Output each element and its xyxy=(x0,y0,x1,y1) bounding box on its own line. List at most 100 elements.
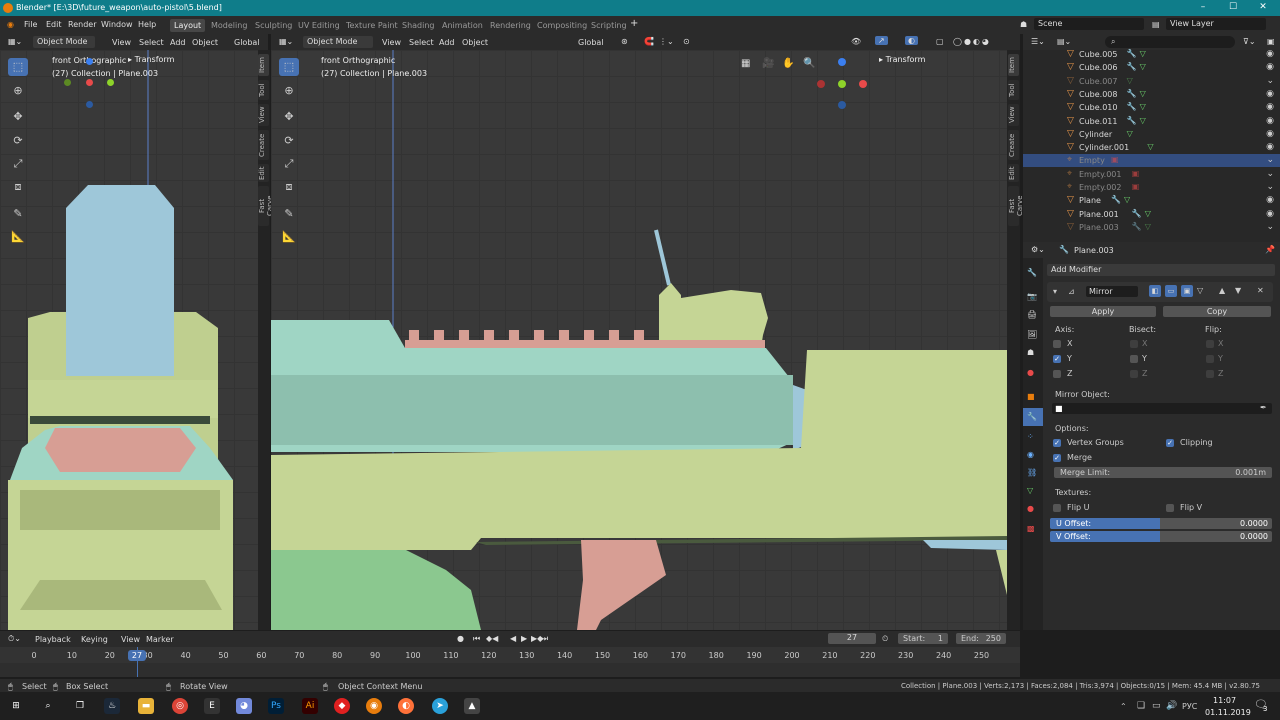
visibility-eye-icon[interactable]: ◉ xyxy=(1266,209,1274,219)
tray-arrow-icon[interactable]: ⌃ xyxy=(1120,702,1127,711)
particles-tab-icon[interactable]: ⁘ xyxy=(1027,432,1034,441)
epic-games-icon[interactable]: E xyxy=(204,698,220,714)
main-rotate-tool-icon[interactable]: ⟳ xyxy=(279,132,299,150)
visibility-eye-icon[interactable]: ⌄ xyxy=(1266,155,1274,165)
empty-image-icon[interactable]: ▣ xyxy=(1111,155,1119,164)
visibility-icon[interactable]: 👁 xyxy=(851,37,861,46)
mesh-data-icon[interactable]: ▽ xyxy=(1140,49,1146,58)
main-tab-item[interactable]: Item xyxy=(1008,54,1019,76)
copy-button[interactable]: Copy xyxy=(1163,306,1271,317)
outliner-display-mode-icon[interactable]: ▤⌄ xyxy=(1057,37,1071,46)
view-layer-selector[interactable]: View Layer xyxy=(1166,18,1266,30)
main-tab-edit[interactable]: Edit xyxy=(1008,164,1019,182)
empty-image-icon[interactable]: ▣ xyxy=(1132,169,1140,178)
snap-icon[interactable]: 🧲 xyxy=(644,37,654,46)
main-transform-panel[interactable]: ▸ Transform xyxy=(879,55,925,64)
outliner-search[interactable]: ⌕ xyxy=(1105,36,1235,48)
merge-limit-field[interactable]: Merge Limit: 0.001m xyxy=(1054,467,1272,478)
left-viewport[interactable]: ⬚ ⊕ ✥ ⟳ ⤢ ⧈ ✎ 📐 front Orthographic (27) … xyxy=(0,50,258,630)
mesh-data-icon[interactable]: ▽ xyxy=(1147,142,1153,151)
flip-u-checkbox[interactable] xyxy=(1053,504,1061,512)
left-menu-select[interactable]: Select xyxy=(139,38,164,47)
axis-z-checkbox[interactable] xyxy=(1053,370,1061,378)
tray-date[interactable]: 01.11.2019 xyxy=(1205,708,1251,717)
outliner-row[interactable]: ▽ Cube.011 🔧 ▽ ◉ xyxy=(1023,115,1280,128)
flip-z-checkbox[interactable] xyxy=(1206,370,1214,378)
firefox-icon[interactable]: ◐ xyxy=(398,698,414,714)
new-collection-icon[interactable]: ▣ xyxy=(1267,37,1275,46)
empty-image-icon[interactable]: ▣ xyxy=(1132,182,1140,191)
left-tab-item[interactable]: Item xyxy=(258,54,269,76)
left-tab-view[interactable]: View xyxy=(258,104,269,126)
output-tab-icon[interactable]: 🖨 xyxy=(1027,310,1037,319)
remove-modifier-icon[interactable]: ✕ xyxy=(1257,286,1264,295)
mesh-data-icon[interactable]: ▽ xyxy=(1127,76,1133,85)
add-workspace-button[interactable]: + xyxy=(630,18,638,29)
timeline-menu-keying[interactable]: Keying xyxy=(81,635,108,644)
close-button[interactable]: ✕ xyxy=(1248,2,1278,12)
merge-checkbox[interactable]: ✓ xyxy=(1053,454,1061,462)
object-tab-icon[interactable]: ■ xyxy=(1027,392,1035,401)
axis-x-checkbox[interactable] xyxy=(1053,340,1061,348)
outliner-row[interactable]: ▽ Cube.010 🔧 ▽ ◉ xyxy=(1023,101,1280,114)
texture-tab-icon[interactable]: ▩ xyxy=(1027,524,1035,533)
left-gizmo-y[interactable] xyxy=(107,79,114,86)
search-taskbar-icon[interactable]: ⌕ xyxy=(40,698,56,714)
main-tab-create[interactable]: Create xyxy=(1008,130,1019,160)
main-tab-fast-carve[interactable]: Fast Carve xyxy=(1008,186,1024,226)
mesh-data-icon[interactable]: ▽ xyxy=(1124,195,1130,204)
outliner-editor-icon[interactable]: ☰⌄ xyxy=(1031,37,1045,46)
bisect-y-checkbox[interactable] xyxy=(1130,355,1138,363)
preview-range-icon[interactable]: ⏲ xyxy=(882,634,888,644)
tool-tab-icon[interactable]: 🔧 xyxy=(1027,268,1037,277)
outliner-row[interactable]: ▽ Plane.003 🔧 ▽ ⌄ xyxy=(1023,221,1280,234)
main-select-tool-icon[interactable]: ⬚ xyxy=(279,58,299,76)
blender-menu-icon[interactable]: ◉ xyxy=(7,20,14,29)
render-tab-icon[interactable]: 📷 xyxy=(1027,292,1037,301)
tray-time[interactable]: 11:07 xyxy=(1213,696,1236,705)
left-menu-object[interactable]: Object xyxy=(192,38,218,47)
outliner-row[interactable]: ▽ Cylinder ▽ ◉ xyxy=(1023,128,1280,141)
photos-icon[interactable]: ▲ xyxy=(464,698,480,714)
menu-edit[interactable]: Edit xyxy=(46,20,62,29)
modifier-icon[interactable]: 🔧 xyxy=(1132,222,1142,231)
gizmo-y-axis[interactable] xyxy=(838,80,846,88)
telegram-icon[interactable]: ➤ xyxy=(432,698,448,714)
annotate-tool-icon[interactable]: ✎ xyxy=(8,205,28,223)
steam-icon[interactable]: ♨ xyxy=(104,698,120,714)
timeline-menu-view[interactable]: View xyxy=(121,635,140,644)
left-gizmo-neg-y[interactable] xyxy=(64,79,71,86)
menu-window[interactable]: Window xyxy=(101,20,133,29)
rotate-tool-icon[interactable]: ⟳ xyxy=(8,132,28,150)
outliner-row[interactable]: ▽ Cube.005 🔧 ▽ ◉ xyxy=(1023,48,1280,61)
camera-view-icon[interactable]: 🎥 xyxy=(762,58,774,69)
outliner-row[interactable]: ▽ Plane 🔧 ▽ ◉ xyxy=(1023,194,1280,207)
realtime-toggle-icon[interactable]: ▭ xyxy=(1165,285,1177,297)
start-frame-field[interactable]: Start: 1 xyxy=(898,633,948,644)
mirror-object-field[interactable]: ■ ✒ xyxy=(1052,403,1272,414)
outliner-row[interactable]: ▽ Cylinder.001 ▽ ◉ xyxy=(1023,141,1280,154)
tab-modeling[interactable]: Modeling xyxy=(207,19,251,32)
zoom-view-icon[interactable]: 🔍 xyxy=(803,58,815,69)
mesh-data-icon[interactable]: ▽ xyxy=(1145,222,1151,231)
tray-dropbox-icon[interactable]: ❑ xyxy=(1137,701,1145,711)
main-editor-type-icon[interactable]: ▦⌄ xyxy=(279,37,293,46)
task-view-icon[interactable]: ❐ xyxy=(72,698,88,714)
main-tab-tool[interactable]: Tool xyxy=(1008,80,1019,100)
tab-uv-editing[interactable]: UV Editing xyxy=(294,19,344,32)
pin-icon[interactable]: 📌 xyxy=(1265,245,1275,254)
main-measure-tool-icon[interactable]: 📐 xyxy=(279,228,299,246)
tab-rendering[interactable]: Rendering xyxy=(486,19,535,32)
jump-start-icon[interactable]: ⏮ xyxy=(473,634,480,644)
render-toggle-icon[interactable]: ▣ xyxy=(1181,285,1193,297)
view-layer-tab-icon[interactable]: 🖼 xyxy=(1027,330,1037,339)
mesh-data-icon[interactable]: ▽ xyxy=(1140,116,1146,125)
physics-tab-icon[interactable]: ◉ xyxy=(1027,450,1034,459)
mesh-data-icon[interactable]: ▽ xyxy=(1140,62,1146,71)
select-tool-icon[interactable]: ⬚ xyxy=(8,58,28,76)
modifier-tab-active[interactable]: 🔧 xyxy=(1023,408,1043,426)
visibility-eye-icon[interactable]: ⌄ xyxy=(1266,182,1274,192)
tab-layout[interactable]: Layout xyxy=(170,19,206,32)
left-orient-dropdown[interactable]: Global xyxy=(234,38,260,47)
tab-scripting[interactable]: Scripting xyxy=(587,19,631,32)
